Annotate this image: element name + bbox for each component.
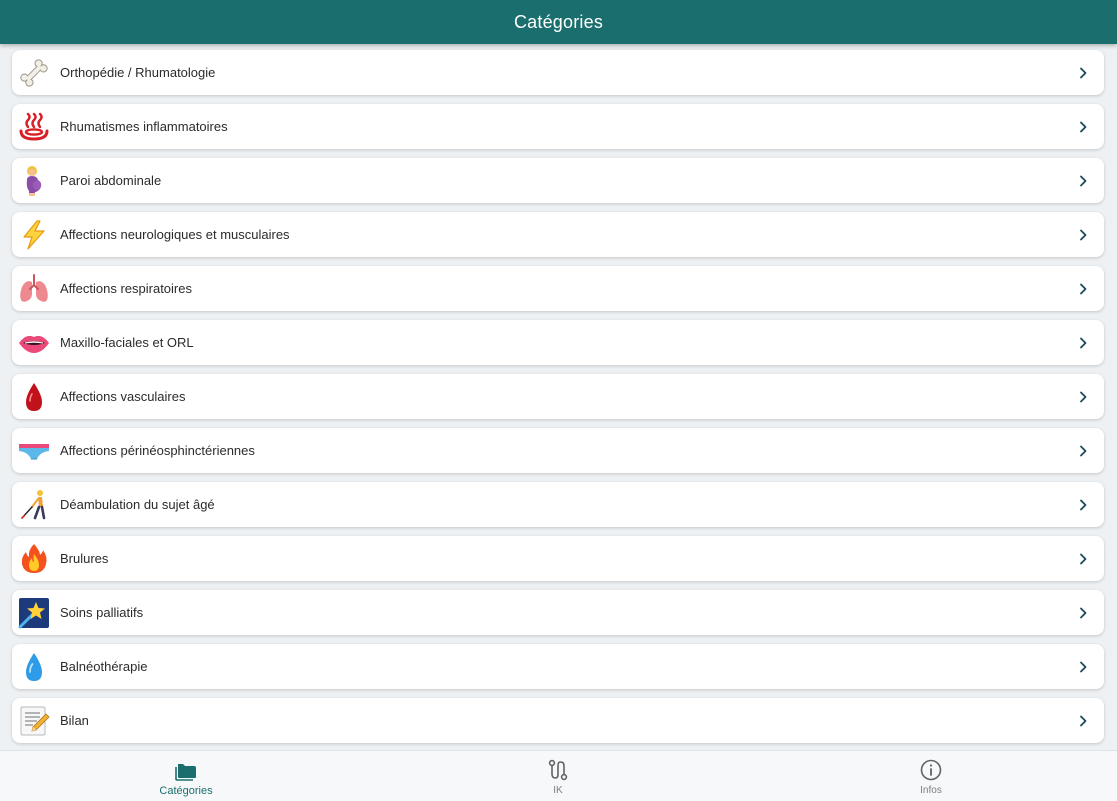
tab-label: IK xyxy=(553,785,563,796)
category-list: Orthopédie / Rhumatologie Rhumatismes in… xyxy=(0,44,1117,750)
tab-bar: Catégories IK Infos xyxy=(0,750,1117,801)
chevron-right-icon xyxy=(1080,337,1087,348)
category-row-deambulation[interactable]: Déambulation du sujet âgé xyxy=(12,482,1104,527)
category-label: Rhumatismes inflammatoires xyxy=(60,119,228,134)
folder-icon xyxy=(175,764,196,781)
category-row-perineosphincteriennes[interactable]: Affections périnéosphinctériennes xyxy=(12,428,1104,473)
category-row-neurologiques[interactable]: Affections neurologiques et musculaires xyxy=(12,212,1104,257)
category-row-respiratoires[interactable]: Affections respiratoires xyxy=(12,266,1104,311)
chevron-right-icon xyxy=(1080,283,1087,294)
category-row-balneotherapie[interactable]: Balnéothérapie xyxy=(12,644,1104,689)
blood-drop-icon xyxy=(17,380,51,414)
chevron-right-icon xyxy=(1080,121,1087,132)
category-label: Affections neurologiques et musculaires xyxy=(60,227,290,242)
tab-categories[interactable]: Catégories xyxy=(116,751,256,801)
category-label: Orthopédie / Rhumatologie xyxy=(60,65,216,80)
water-drop-icon xyxy=(17,650,51,684)
category-row-maxillo-faciales[interactable]: Maxillo-faciales et ORL xyxy=(12,320,1104,365)
chevron-right-icon xyxy=(1080,229,1087,240)
info-icon xyxy=(920,759,942,781)
briefs-icon xyxy=(17,434,51,468)
pregnant-woman-icon xyxy=(17,164,51,198)
category-label: Paroi abdominale xyxy=(60,173,162,188)
chevron-right-icon xyxy=(1080,661,1087,672)
mouth-icon xyxy=(17,326,51,360)
route-icon xyxy=(548,759,568,781)
app-header: Catégories xyxy=(0,0,1117,44)
category-label: Affections périnéosphinctériennes xyxy=(60,443,255,458)
bone-icon xyxy=(17,56,51,90)
lightning-icon xyxy=(17,218,51,252)
chevron-right-icon xyxy=(1080,553,1087,564)
chevron-right-icon xyxy=(1080,391,1087,402)
category-row-rhumatismes[interactable]: Rhumatismes inflammatoires xyxy=(12,104,1104,149)
fire-icon xyxy=(17,542,51,576)
chevron-right-icon xyxy=(1080,445,1087,456)
category-label: Balnéothérapie xyxy=(60,659,148,674)
category-label: Affections vasculaires xyxy=(60,389,186,404)
category-label: Brulures xyxy=(60,551,109,566)
category-label: Affections respiratoires xyxy=(60,281,192,296)
chevron-right-icon xyxy=(1080,67,1087,78)
chevron-right-icon xyxy=(1080,715,1087,726)
category-row-soins-palliatifs[interactable]: Soins palliatifs xyxy=(12,590,1104,635)
person-with-cane-icon xyxy=(17,488,51,522)
category-row-paroi-abdominale[interactable]: Paroi abdominale xyxy=(12,158,1104,203)
hot-springs-icon xyxy=(17,110,51,144)
tab-label: Catégories xyxy=(159,785,213,797)
category-row-brulures[interactable]: Brulures xyxy=(12,536,1104,581)
tab-infos[interactable]: Infos xyxy=(861,751,1001,801)
category-label: Déambulation du sujet âgé xyxy=(60,497,215,512)
tab-ik[interactable]: IK xyxy=(488,751,628,801)
chevron-right-icon xyxy=(1080,175,1087,186)
lungs-icon xyxy=(17,272,51,306)
tab-label: Infos xyxy=(920,785,942,796)
shooting-star-icon xyxy=(17,596,51,630)
category-label: Maxillo-faciales et ORL xyxy=(60,335,194,350)
category-label: Soins palliatifs xyxy=(60,605,144,620)
page-title: Catégories xyxy=(513,11,604,32)
category-row-bilan[interactable]: Bilan xyxy=(12,698,1104,743)
chevron-right-icon xyxy=(1080,607,1087,618)
category-row-orthopedie[interactable]: Orthopédie / Rhumatologie xyxy=(12,50,1104,95)
category-label: Bilan xyxy=(60,713,89,728)
category-row-vasculaires[interactable]: Affections vasculaires xyxy=(12,374,1104,419)
memo-icon xyxy=(17,704,51,738)
chevron-right-icon xyxy=(1080,499,1087,510)
